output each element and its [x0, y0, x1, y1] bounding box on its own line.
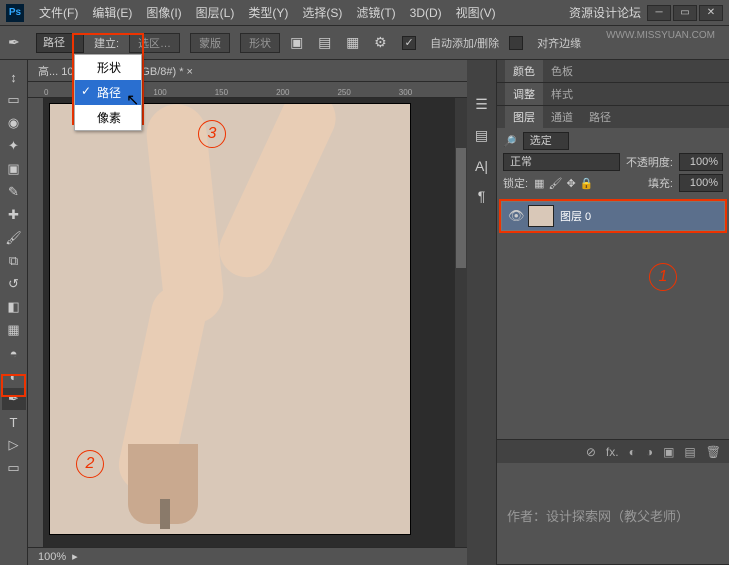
pen-tool[interactable]: ✒ [2, 388, 26, 410]
dodge-tool[interactable]: ◐ [2, 365, 26, 387]
paragraph-panel-icon[interactable]: ¶ [478, 188, 486, 204]
arrange-icon[interactable]: ▦ [346, 34, 364, 52]
align-edges-checkbox[interactable] [509, 36, 523, 50]
gradient-tool[interactable]: ▦ [2, 319, 26, 341]
fill-label: 填充: [648, 175, 673, 191]
layer-name-label[interactable]: 图层 0 [560, 208, 591, 224]
history-brush-tool[interactable]: ↺ [2, 273, 26, 295]
layer-row-0[interactable]: 👁 图层 0 [501, 201, 725, 231]
pen-tool-indicator-icon: ✒ [8, 34, 26, 52]
titlebar-right-label: 资源设计论坛 [569, 4, 641, 21]
lock-position-icon[interactable]: ✥ [566, 177, 575, 190]
type-tool[interactable]: T [2, 411, 26, 433]
menu-edit[interactable]: 编辑(E) [85, 1, 139, 24]
layer-mask-icon[interactable]: ◐ [629, 445, 636, 459]
layer-thumbnail[interactable] [528, 205, 554, 227]
tab-paths[interactable]: 路径 [581, 106, 619, 128]
filter-type-icon[interactable]: 🔎 [503, 135, 517, 148]
properties-panel-icon[interactable]: ▤ [475, 127, 488, 144]
auto-add-delete-checkbox[interactable] [402, 36, 416, 50]
align-edges-label: 对齐边缘 [537, 35, 581, 51]
lasso-tool[interactable]: ◉ [2, 112, 26, 134]
quick-select-tool[interactable]: ✦ [2, 135, 26, 157]
group-icon[interactable]: ▣ [663, 445, 674, 459]
align-icon[interactable]: ▤ [318, 34, 336, 52]
tab-styles[interactable]: 样式 [543, 83, 581, 105]
visibility-icon[interactable]: 👁 [508, 208, 522, 224]
stamp-tool[interactable]: ⧉ [2, 250, 26, 272]
marquee-tool[interactable]: ▭ [2, 89, 26, 111]
eyedropper-tool[interactable]: ✎ [2, 181, 26, 203]
opacity-label: 不透明度: [626, 154, 673, 170]
menu-type[interactable]: 类型(Y) [241, 1, 295, 24]
delete-layer-icon[interactable]: 🗑 [706, 445, 721, 459]
opacity-input[interactable] [679, 153, 723, 171]
new-layer-icon[interactable]: ▤ [684, 445, 695, 459]
annotation-circle-2: 2 [76, 450, 104, 478]
layer-fx-icon[interactable]: fx. [606, 445, 619, 459]
window-close-button[interactable]: ✕ [699, 5, 723, 21]
character-panel-icon[interactable]: A| [475, 158, 488, 174]
blur-tool[interactable]: ◓ [2, 342, 26, 364]
lock-all-icon[interactable]: 🔒 [580, 177, 594, 190]
annotation-circle-1: 1 [649, 263, 677, 291]
window-minimize-button[interactable]: ─ [647, 5, 671, 21]
fill-input[interactable] [679, 174, 723, 192]
document-canvas[interactable] [50, 104, 410, 534]
gear-icon[interactable]: ⚙ [374, 34, 392, 52]
lock-label: 锁定: [503, 175, 528, 191]
menu-3d[interactable]: 3D(D) [403, 3, 449, 23]
window-maximize-button[interactable]: ▭ [673, 5, 697, 21]
watermark-top: WWW.MISSYUAN.COM [606, 30, 715, 41]
tab-adjustments[interactable]: 调整 [505, 83, 543, 105]
watermark-bottom: 作者：设计探索网（教父老师） [507, 506, 689, 525]
scrollbar-vertical[interactable] [455, 98, 467, 547]
crop-tool[interactable]: ▣ [2, 158, 26, 180]
layer-filter-select[interactable]: 选定 [523, 132, 569, 150]
eraser-tool[interactable]: ◧ [2, 296, 26, 318]
path-ops-icon[interactable]: ▣ [290, 34, 308, 52]
dropdown-item-shape[interactable]: 形状 [75, 55, 141, 80]
menu-select[interactable]: 选择(S) [295, 1, 349, 24]
menu-view[interactable]: 视图(V) [449, 1, 503, 24]
cursor-icon: ↖ [126, 90, 139, 110]
pen-mode-dropdown[interactable]: 路径 [36, 33, 84, 53]
menu-filter[interactable]: 滤镜(T) [349, 1, 402, 24]
ruler-vertical [28, 98, 44, 547]
zoom-level[interactable]: 100% [38, 551, 66, 563]
menu-layer[interactable]: 图层(L) [189, 1, 242, 24]
lock-pixels-icon[interactable]: 🖌 [548, 177, 562, 190]
path-select-tool[interactable]: ▷ [2, 434, 26, 456]
zoom-chevron-icon[interactable]: ▸ [72, 550, 78, 563]
make-shape-button[interactable]: 形状 [240, 33, 280, 53]
auto-add-delete-label: 自动添加/删除 [430, 35, 499, 51]
annotation-circle-3: 3 [198, 120, 226, 148]
brush-tool[interactable]: 🖌 [2, 227, 26, 249]
healing-tool[interactable]: ✚ [2, 204, 26, 226]
blend-mode-select[interactable]: 正常 [503, 153, 620, 171]
tab-channels[interactable]: 通道 [543, 106, 581, 128]
link-layers-icon[interactable]: ⊘ [586, 445, 596, 459]
lock-transparency-icon[interactable]: ▦ [534, 177, 544, 190]
tab-swatches[interactable]: 色板 [543, 60, 581, 82]
build-label: 建立: [94, 35, 119, 51]
history-panel-icon[interactable]: ☰ [475, 96, 488, 113]
menu-file[interactable]: 文件(F) [32, 1, 85, 24]
app-logo: Ps [6, 4, 24, 22]
move-tool[interactable]: ↕ [2, 66, 26, 88]
menu-image[interactable]: 图像(I) [139, 1, 188, 24]
make-mask-button[interactable]: 蒙版 [190, 33, 230, 53]
shape-tool[interactable]: ▭ [2, 457, 26, 479]
adjustment-layer-icon[interactable]: ◑ [646, 445, 653, 459]
tab-layers[interactable]: 图层 [505, 106, 543, 128]
tab-color[interactable]: 颜色 [505, 60, 543, 82]
make-selection-button[interactable]: 选区… [129, 33, 180, 53]
